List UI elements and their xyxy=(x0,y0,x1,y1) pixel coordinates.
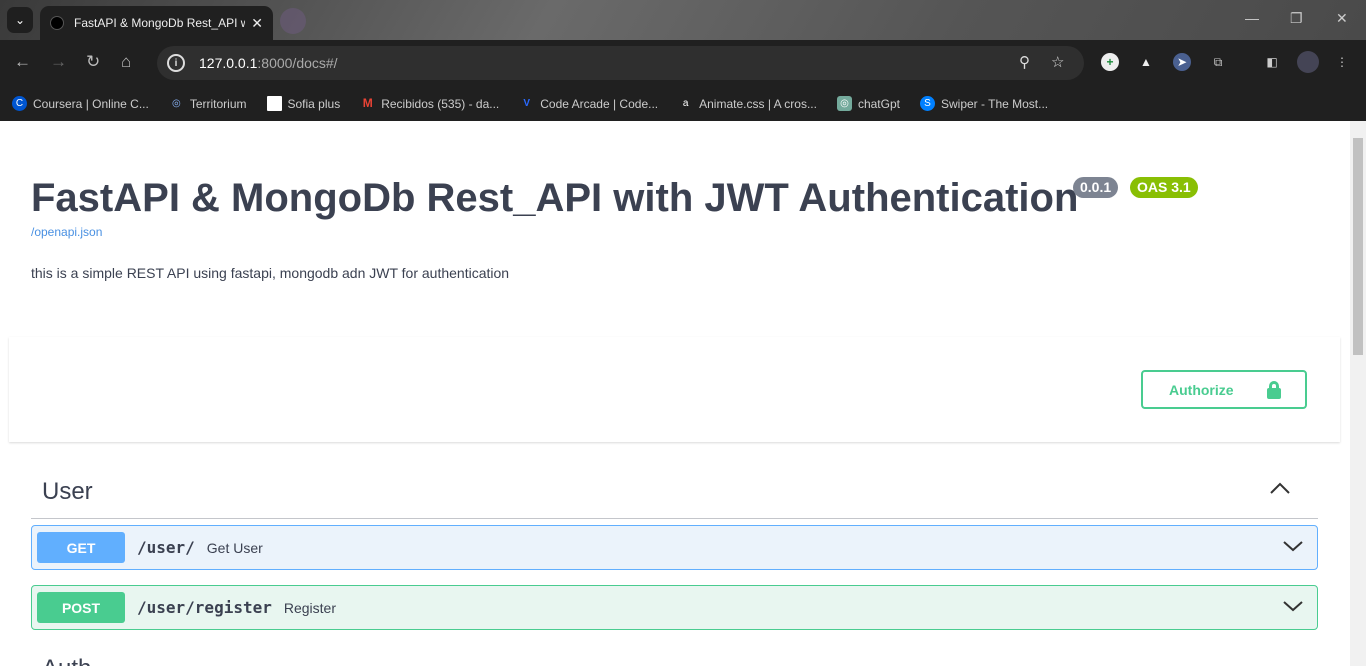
scrollbar[interactable] xyxy=(1350,121,1366,666)
coursera-icon: C xyxy=(12,96,27,111)
authorize-label: Authorize xyxy=(1169,381,1234,398)
bookmark-label: Territorium xyxy=(189,96,247,111)
address-bar[interactable]: i 127.0.0.1:8000/docs#/ ⚲ ☆ xyxy=(157,46,1084,80)
method-badge: POST xyxy=(37,592,125,623)
title-bar: ⌄ FastAPI & MongoDb Rest_API w ✕ — ❐ ✕ xyxy=(0,0,1366,40)
extension-mountain-icon[interactable]: ▲ xyxy=(1137,53,1155,71)
zoom-icon[interactable]: ⚲ xyxy=(1019,53,1030,71)
bookmark-label: chatGpt xyxy=(857,96,900,111)
browser-tab[interactable]: FastAPI & MongoDb Rest_API w ✕ xyxy=(40,6,273,40)
bookmark-label: Code Arcade | Code... xyxy=(540,96,659,111)
url-path: :8000/docs#/ xyxy=(257,55,338,71)
site-info-icon[interactable]: i xyxy=(167,54,185,72)
extensions-icon[interactable]: ⧉ xyxy=(1209,53,1227,71)
bookmark-label: Animate.css | A cros... xyxy=(699,96,817,111)
minimize-button[interactable]: — xyxy=(1245,10,1259,26)
bookmark-item[interactable]: M Recibidos (535) - da... xyxy=(360,96,500,111)
close-tab-icon[interactable]: ✕ xyxy=(251,15,263,32)
bookmark-item[interactable]: C Coursera | Online C... xyxy=(12,96,149,111)
bookmark-label: Coursera | Online C... xyxy=(33,96,149,111)
code-arcade-icon: V xyxy=(523,98,531,109)
tab-search-button[interactable]: ⌄ xyxy=(7,7,33,33)
bookmark-item[interactable]: ◎ Territorium xyxy=(169,96,247,111)
scheme-container: Authorize xyxy=(9,337,1340,442)
restore-button[interactable]: ❐ xyxy=(1290,10,1303,27)
extension-plus-icon[interactable]: + xyxy=(1101,53,1119,71)
animate-css-icon: a xyxy=(682,98,689,109)
sofia-plus-icon xyxy=(266,96,282,111)
operation-post-register[interactable]: POST /user/register Register xyxy=(31,585,1318,630)
chevron-up-icon[interactable] xyxy=(1270,482,1290,494)
back-icon[interactable]: ← xyxy=(14,52,31,72)
profile-avatar[interactable] xyxy=(1297,51,1319,73)
bookmark-label: Recibidos (535) - da... xyxy=(381,96,500,111)
openapi-json-link[interactable]: /openapi.json xyxy=(31,225,102,239)
operation-path: /user/register xyxy=(137,598,272,617)
extension-cursor-icon[interactable]: ➤ xyxy=(1173,53,1191,71)
bookmark-item[interactable]: Sofia plus xyxy=(266,96,341,111)
fastapi-favicon-icon xyxy=(50,16,64,30)
bookmark-item[interactable]: a Animate.css | A cros... xyxy=(678,96,817,111)
authorize-button[interactable]: Authorize xyxy=(1141,370,1307,409)
method-badge: GET xyxy=(37,532,125,563)
swagger-page: FastAPI & MongoDb Rest_API with JWT Auth… xyxy=(0,121,1350,666)
new-tab-button[interactable] xyxy=(280,8,306,34)
page-title: FastAPI & MongoDb Rest_API with JWT Auth… xyxy=(31,176,1079,220)
section-user-header[interactable]: User xyxy=(31,466,1318,519)
home-icon[interactable]: ⌂ xyxy=(121,52,131,72)
bookmark-item[interactable]: ◎ chatGpt xyxy=(836,96,900,111)
oas-badge: OAS 3.1 xyxy=(1130,177,1198,198)
close-window-button[interactable]: ✕ xyxy=(1336,10,1348,27)
reload-icon[interactable]: ↻ xyxy=(86,52,100,72)
menu-icon[interactable]: ⋮ xyxy=(1333,53,1351,71)
bookmark-item[interactable]: S Swiper - The Most... xyxy=(919,96,1049,111)
side-panel-icon[interactable]: ◧ xyxy=(1263,53,1281,71)
operation-get-user[interactable]: GET /user/ Get User xyxy=(31,525,1318,570)
bookmark-item[interactable]: V Code Arcade | Code... xyxy=(519,96,658,111)
chevron-down-icon[interactable] xyxy=(1283,596,1303,616)
territorium-icon: ◎ xyxy=(171,98,181,109)
swiper-icon: S xyxy=(919,96,935,111)
gmail-icon: M xyxy=(362,96,373,110)
bookmark-star-icon[interactable]: ☆ xyxy=(1051,53,1064,71)
tab-title: FastAPI & MongoDb Rest_API w xyxy=(74,16,246,30)
version-badge: 0.0.1 xyxy=(1073,177,1119,198)
bookmark-label: Sofia plus xyxy=(287,96,341,111)
operation-path: /user/ xyxy=(137,538,195,557)
chevron-down-icon[interactable] xyxy=(1283,536,1303,556)
operation-summary: Register xyxy=(283,599,336,616)
url-host: 127.0.0.1 xyxy=(199,55,258,71)
chatgpt-icon: ◎ xyxy=(836,96,852,111)
api-description: this is a simple REST API using fastapi,… xyxy=(31,265,510,281)
bookmark-label: Swiper - The Most... xyxy=(940,96,1049,111)
section-auth-title[interactable]: Auth xyxy=(42,655,91,666)
section-title: User xyxy=(42,478,93,505)
unlock-icon xyxy=(1267,381,1281,399)
bookmarks-bar: C Coursera | Online C... ◎ Territorium Sof… xyxy=(0,86,1366,121)
operation-summary: Get User xyxy=(206,539,263,556)
forward-icon[interactable]: → xyxy=(50,52,67,72)
scrollbar-thumb[interactable] xyxy=(1353,138,1363,355)
